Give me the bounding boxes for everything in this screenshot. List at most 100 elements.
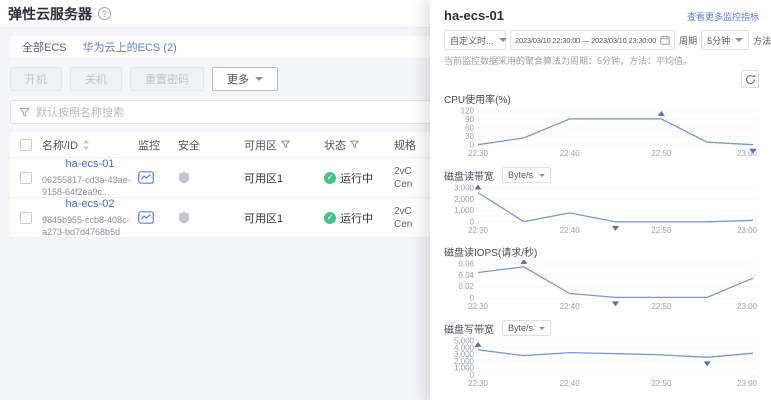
power-on-button[interactable]: 开机 <box>10 67 62 91</box>
svg-text:22:50: 22:50 <box>651 379 672 388</box>
svg-text:22:40: 22:40 <box>560 149 581 158</box>
tab-all-ecs[interactable]: 全部ECS <box>22 39 67 55</box>
screen: 弹性云服务器 ? 全部ECS 华为云上的ECS (2) 开机 关机 重置密码 更… <box>0 0 771 400</box>
more-button[interactable]: 更多 <box>212 67 278 91</box>
chart-title: CPU使用率(%) <box>444 95 511 106</box>
max-marker-icon <box>657 110 665 116</box>
min-marker-icon <box>612 301 619 307</box>
drawer-title: ha-ecs-01 <box>444 8 504 23</box>
min-marker-icon <box>703 361 711 367</box>
svg-text:22:40: 22:40 <box>560 226 581 235</box>
col-spec: 规格 <box>394 139 416 152</box>
az-value: 可用区1 <box>244 212 284 225</box>
shield-icon[interactable] <box>178 211 190 224</box>
server-name-link[interactable]: ha-ecs-01 <box>66 157 115 171</box>
period-label: 周期 <box>679 35 698 46</box>
aggregation-note: 当前监控数据采用的聚合算法为周期：5分钟，方法：平均值。 <box>444 56 693 66</box>
svg-text:22:50: 22:50 <box>651 302 672 311</box>
chart-plot: 3,0002,0001,000022:30 22:40 22:50 23:00 <box>454 184 758 236</box>
status-text: 运行中 <box>340 212 373 225</box>
monitoring-icon[interactable] <box>138 211 154 224</box>
chart-plot: 0.060.040.02022:30 22:40 22:50 23:00 <box>458 258 758 311</box>
chart-block-1: 磁盘读带宽 Byte/s 3,000 2,000 1,000 0 22:30 22:40 22:… <box>444 167 759 241</box>
help-icon[interactable]: ? <box>98 7 111 20</box>
status-running-icon: ✓ <box>324 211 336 224</box>
svg-text:0.02: 0.02 <box>458 282 474 291</box>
monitoring-icon[interactable] <box>138 171 154 184</box>
spec-line1: 2vC <box>394 205 412 217</box>
svg-text:22:50: 22:50 <box>651 226 672 235</box>
svg-text:0.04: 0.04 <box>458 271 474 280</box>
period-select[interactable]: 5分钟 <box>701 30 750 50</box>
max-marker-icon <box>474 184 482 190</box>
svg-text:22:30: 22:30 <box>468 149 489 158</box>
select-all-checkbox[interactable] <box>20 138 32 151</box>
chart-title: 磁盘写带宽 <box>444 324 494 336</box>
svg-text:22:40: 22:40 <box>560 379 581 388</box>
time-range-picker[interactable]: 2023/03/10 22:30:00 — 2023/03/10 23:30:0… <box>510 30 676 50</box>
chart-title: 磁盘读带宽 <box>444 171 494 183</box>
chart-block-3: 磁盘写带宽 Byte/s 5,000 4,000 3,000 2,000 1,000 0 22:… <box>444 320 759 394</box>
chevron-down-icon <box>498 38 507 42</box>
col-monitor: 监控 <box>138 139 160 152</box>
svg-text:23:00: 23:00 <box>737 302 758 311</box>
time-range-value: 2023/03/10 22:30:00 — 2023/03/10 23:30:0… <box>515 35 657 45</box>
row-checkbox[interactable] <box>20 211 32 224</box>
chevron-down-icon <box>255 77 263 81</box>
chart-controls: 自定义时... 2023/03/10 22:30:00 — 2023/03/10… <box>444 30 771 50</box>
svg-text:22:30: 22:30 <box>468 379 489 388</box>
svg-text:0.06: 0.06 <box>458 260 474 269</box>
svg-text:22:30: 22:30 <box>468 302 489 311</box>
server-id: 06255817-cd3a-43ae-9158-64f2ea9c... <box>42 174 131 197</box>
col-az: 可用区 <box>244 139 277 152</box>
page-title: 弹性云服务器 <box>8 5 92 22</box>
svg-text:1,000: 1,000 <box>454 206 475 215</box>
chart-unit-select[interactable]: Byte/s <box>502 167 552 183</box>
time-mode-value: 自定义时... <box>450 35 494 46</box>
search-placeholder: 默认按照名称搜索 <box>36 107 124 119</box>
chevron-down-icon <box>539 173 546 177</box>
more-metrics-link[interactable]: 查看更多监控指标 <box>687 10 759 23</box>
chart-block-0: CPU使用率(%) 120 90 60 30 0 22:30 22:40 22:50 23:00 <box>444 91 759 164</box>
spec-line2: Cen <box>394 218 413 230</box>
sort-icon[interactable] <box>82 139 90 150</box>
power-off-button[interactable]: 关机 <box>70 67 122 91</box>
chart-unit-select[interactable]: Byte/s <box>502 320 552 336</box>
server-id: 9845b955-ccb8-408c-a273-bd7d4768b5d <box>42 214 130 237</box>
calendar-icon <box>660 35 670 45</box>
status-filter-icon[interactable] <box>350 140 359 149</box>
svg-text:23:00: 23:00 <box>737 226 758 235</box>
min-marker-icon <box>612 225 619 231</box>
tab-huawei-ecs[interactable]: 华为云上的ECS (2) <box>83 39 177 55</box>
chart-plot: 120906030022:30 22:40 22:50 23:00 <box>461 107 758 159</box>
spec-line1: 2vC <box>394 165 412 177</box>
row-checkbox[interactable] <box>20 171 32 184</box>
charts-area: CPU使用率(%) 120 90 60 30 0 22:30 22:40 22:50 23:00 磁… <box>444 91 759 400</box>
az-filter-icon[interactable] <box>281 140 290 149</box>
chart-block-2: 磁盘读IOPS(请求/秒) 0.06 0.04 0.02 0 22:30 22:40 22:5… <box>444 244 759 317</box>
chart-title: 磁盘读IOPS(请求/秒) <box>444 248 538 259</box>
col-security: 安全 <box>178 139 200 152</box>
svg-text:22:50: 22:50 <box>651 149 672 158</box>
period-value: 5分钟 <box>707 35 731 46</box>
status-text: 运行中 <box>340 172 373 185</box>
col-status: 状态 <box>324 139 346 152</box>
filter-icon <box>19 107 30 117</box>
refresh-icon <box>745 74 756 84</box>
monitoring-drawer: ha-ecs-01 查看更多监控指标 自定义时... 2023/03/10 22… <box>430 0 771 400</box>
svg-text:23:00: 23:00 <box>737 379 758 388</box>
refresh-button[interactable] <box>741 70 759 88</box>
time-mode-select[interactable]: 自定义时... <box>444 30 507 50</box>
method-label: 方法 <box>753 35 771 46</box>
shield-icon[interactable] <box>178 171 190 184</box>
col-name-id: 名称/ID <box>42 139 79 152</box>
az-value: 可用区1 <box>244 172 284 185</box>
server-name-link[interactable]: ha-ecs-02 <box>66 197 115 211</box>
svg-text:3,000: 3,000 <box>454 184 475 193</box>
max-marker-icon <box>520 258 528 264</box>
chevron-down-icon <box>735 38 744 42</box>
svg-text:2,000: 2,000 <box>454 195 475 204</box>
more-button-label: 更多 <box>227 74 249 86</box>
reset-password-button[interactable]: 重置密码 <box>130 67 204 91</box>
status-running-icon: ✓ <box>324 171 336 184</box>
